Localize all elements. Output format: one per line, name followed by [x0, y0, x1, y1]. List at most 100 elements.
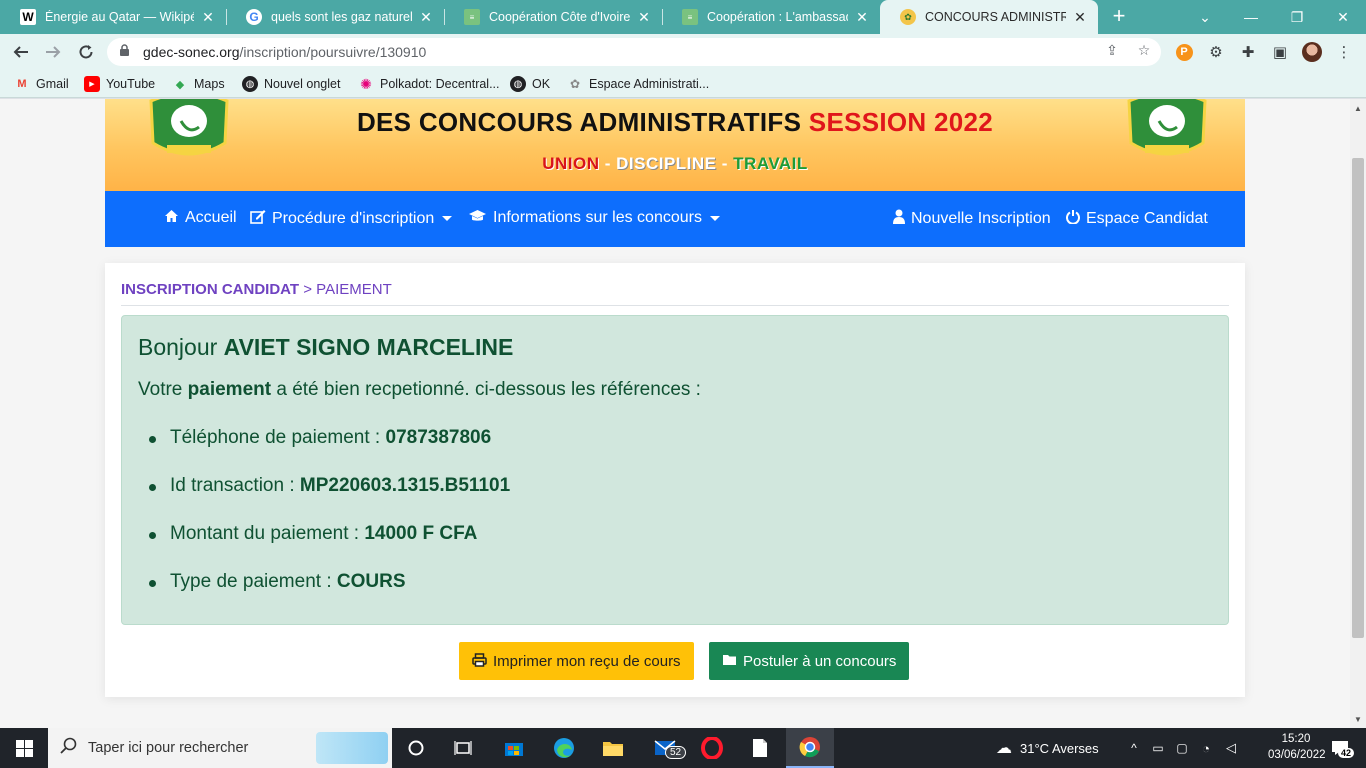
- side-panel-icon[interactable]: ▣: [1270, 42, 1290, 62]
- close-window-button[interactable]: ✕: [1320, 0, 1366, 34]
- reload-icon[interactable]: [73, 39, 99, 65]
- emblem-icon: ✿: [569, 77, 581, 91]
- bookmark-youtube[interactable]: ▶ YouTube: [84, 76, 155, 92]
- reference-label: Téléphone de paiement :: [170, 427, 381, 448]
- chrome-taskbar-icon[interactable]: [786, 728, 834, 768]
- restore-button[interactable]: ❐: [1274, 0, 1320, 34]
- globe-icon: ◍: [510, 76, 526, 92]
- nav-home[interactable]: Accueil: [164, 209, 237, 227]
- notepad-icon[interactable]: [742, 728, 778, 768]
- share-icon[interactable]: ⇪: [1102, 40, 1122, 60]
- windows-start-icon[interactable]: [0, 728, 48, 768]
- opera-icon[interactable]: [694, 728, 730, 768]
- tab-title: Coopération Côte d'Ivoire-Qa: [489, 10, 630, 24]
- browser-tab[interactable]: ≡ Coopération : L'ambassadeur ✕: [662, 0, 880, 34]
- cortana-icon[interactable]: [398, 728, 434, 768]
- search-placeholder: Taper ici pour rechercher: [88, 740, 249, 756]
- greeting: Bonjour AVIET SIGNO MARCELINE: [138, 334, 513, 361]
- nav-procedure-dropdown[interactable]: Procédure d'inscription: [250, 209, 453, 228]
- bookmark-new-tab[interactable]: ◍ Nouvel onglet: [242, 76, 340, 92]
- bookmark-espace-admin[interactable]: ✿ Espace Administrati...: [567, 76, 709, 92]
- wifi-icon[interactable]: ◔: [1196, 728, 1216, 768]
- caret-down-icon: [709, 215, 720, 221]
- motto-union: UNION: [542, 154, 600, 173]
- close-tab-icon[interactable]: ✕: [418, 9, 434, 26]
- print-receipt-button[interactable]: Imprimer mon reçu de cours: [459, 642, 694, 680]
- apply-contest-button[interactable]: Postuler à un concours: [709, 642, 910, 680]
- system-clock[interactable]: 15:20 03/06/2022: [1268, 731, 1326, 763]
- message-bold: paiement: [187, 379, 272, 400]
- breadcrumb-section[interactable]: INSCRIPTION CANDIDAT: [121, 281, 299, 298]
- menu-kebab-icon[interactable]: ⋮: [1334, 42, 1354, 62]
- tab-title: Coopération : L'ambassadeur: [707, 10, 848, 24]
- edge-browser-icon[interactable]: [546, 728, 582, 768]
- bookmark-polkadot[interactable]: ✺ Polkadot: Decentral...: [358, 75, 499, 92]
- browser-tab[interactable]: ≡ Coopération Côte d'Ivoire-Qa ✕: [444, 0, 662, 34]
- extensions-puzzle-icon[interactable]: ✚: [1238, 42, 1258, 62]
- bookmark-maps[interactable]: ◆ Maps: [172, 76, 225, 92]
- nav-new-registration[interactable]: Nouvelle Inscription: [893, 209, 1051, 228]
- notification-center-icon[interactable]: 42: [1322, 728, 1358, 768]
- windows-taskbar: Taper ici pour rechercher 52 ☁ 31°C Aver…: [0, 728, 1366, 768]
- nav-home-label: Accueil: [185, 209, 237, 226]
- file-explorer-icon[interactable]: [595, 728, 631, 768]
- nav-informations-label: Informations sur les concours: [493, 209, 702, 226]
- taskbar-search-box[interactable]: Taper ici pour rechercher: [48, 728, 392, 768]
- chevron-up-icon[interactable]: ^: [1126, 728, 1142, 768]
- browser-tab[interactable]: G quels sont les gaz naturels - R ✕: [226, 0, 444, 34]
- scroll-down-icon[interactable]: ▼: [1350, 711, 1366, 727]
- profile-avatar[interactable]: [1302, 42, 1322, 62]
- reference-label: Id transaction :: [170, 475, 295, 496]
- tab-search-icon[interactable]: ⌄: [1182, 0, 1228, 34]
- search-icon: [48, 737, 88, 759]
- extension-gear-icon[interactable]: ⚙: [1206, 42, 1226, 62]
- nav-informations-dropdown[interactable]: Informations sur les concours: [468, 209, 720, 227]
- close-tab-icon[interactable]: ✕: [1072, 9, 1088, 26]
- caret-down-icon: [442, 216, 453, 221]
- tab-title: Énergie au Qatar — Wikipédi: [45, 10, 194, 24]
- close-tab-icon[interactable]: ✕: [636, 9, 652, 26]
- browser-tab[interactable]: W Énergie au Qatar — Wikipédi ✕: [0, 0, 226, 34]
- divider: [121, 305, 1229, 306]
- extension-p-icon[interactable]: P: [1174, 42, 1194, 62]
- header-banner: DES CONCOURS ADMINISTRATIFS SESSION 2022…: [105, 99, 1245, 191]
- close-tab-icon[interactable]: ✕: [200, 9, 216, 26]
- minimize-button[interactable]: —: [1228, 0, 1274, 34]
- mail-icon[interactable]: 52: [645, 728, 687, 768]
- microsoft-store-icon[interactable]: [496, 728, 532, 768]
- nav-procedure-label: Procédure d'inscription: [272, 209, 435, 227]
- print-button-label: Imprimer mon reçu de cours: [493, 652, 681, 670]
- main-navbar: Accueil Procédure d'inscription Informat…: [105, 191, 1245, 247]
- google-icon: G: [246, 9, 262, 25]
- nav-candidate-space-label: Espace Candidat: [1086, 209, 1208, 227]
- url-host: gdec-sonec.org: [143, 44, 240, 60]
- weather-widget[interactable]: ☁ 31°C Averses: [996, 728, 1108, 768]
- bookmark-label: Espace Administrati...: [589, 77, 710, 91]
- display-icon[interactable]: ▢: [1172, 728, 1192, 768]
- weather-text: 31°C Averses: [1020, 740, 1099, 756]
- back-arrow-icon[interactable]: [8, 39, 34, 65]
- scroll-up-icon[interactable]: ▲: [1350, 100, 1366, 116]
- list-item: Id transaction : MP220603.1315.B51101: [148, 475, 510, 497]
- task-view-icon[interactable]: [445, 728, 481, 768]
- battery-icon[interactable]: ▭: [1148, 728, 1168, 768]
- page-viewport: DES CONCOURS ADMINISTRATIFS SESSION 2022…: [0, 99, 1350, 728]
- search-highlight-illustration: [316, 732, 388, 764]
- motto-separator: -: [604, 154, 611, 173]
- nav-candidate-space[interactable]: Espace Candidat: [1066, 209, 1208, 228]
- bookmark-gmail[interactable]: M Gmail: [14, 76, 68, 92]
- forward-arrow-icon[interactable]: [40, 39, 66, 65]
- polkadot-icon: ✺: [360, 75, 372, 92]
- close-tab-icon[interactable]: ✕: [854, 9, 870, 26]
- bookmark-star-icon[interactable]: ☆: [1134, 40, 1154, 60]
- bookmark-ok[interactable]: ◍ OK: [510, 76, 550, 92]
- lock-icon[interactable]: [119, 44, 137, 60]
- tab-title: quels sont les gaz naturels - R: [271, 10, 412, 24]
- volume-icon[interactable]: ◁: [1220, 728, 1242, 768]
- browser-tab-active[interactable]: ✿ CONCOURS ADMINISTRATIF ✕: [880, 0, 1098, 34]
- address-bar[interactable]: gdec-sonec.org/inscription/poursuivre/13…: [107, 38, 1161, 66]
- scrollbar-thumb[interactable]: [1352, 158, 1364, 638]
- power-icon: [1066, 209, 1080, 228]
- new-tab-button[interactable]: +: [1108, 4, 1130, 30]
- motto-travail: TRAVAIL: [733, 154, 808, 173]
